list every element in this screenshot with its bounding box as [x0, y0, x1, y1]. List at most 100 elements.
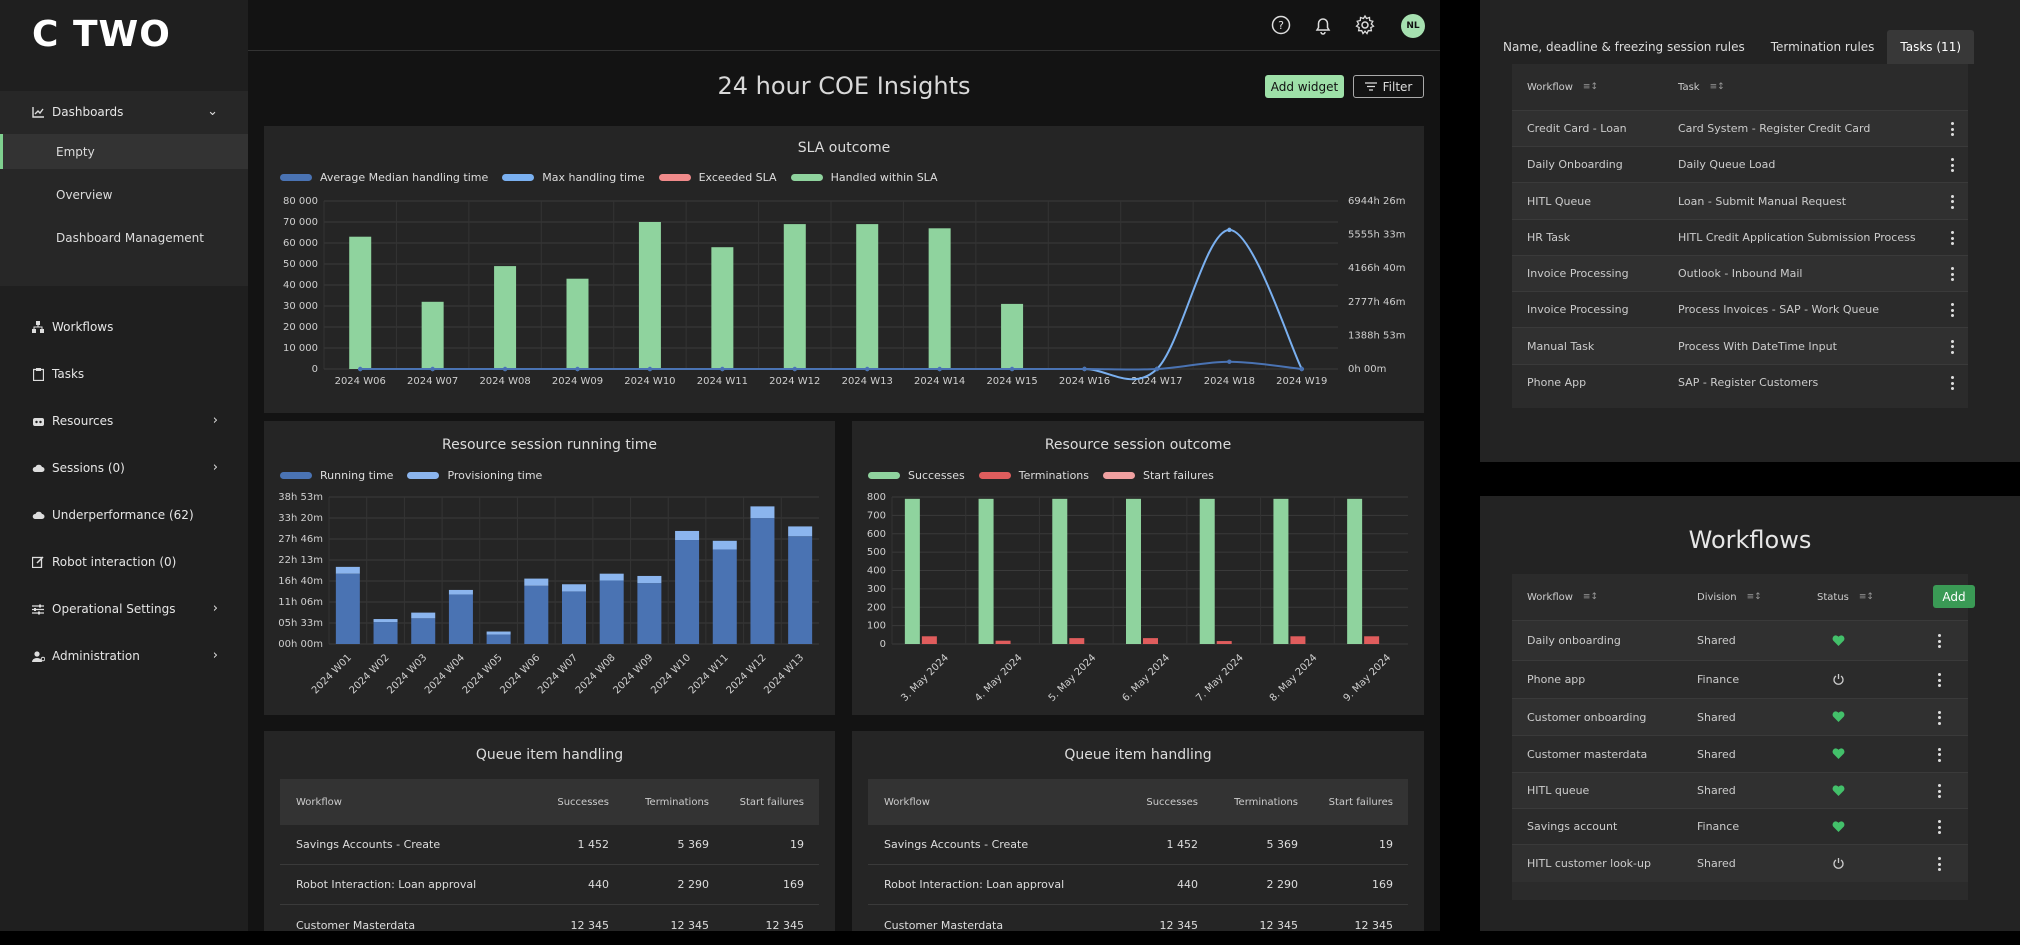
tick-label: 60 000 [283, 238, 318, 249]
queue-table: Workflow Successes Terminations Start fa… [280, 779, 819, 932]
chevron-right-icon[interactable]: › [213, 413, 218, 428]
nav-underperformance[interactable]: Underperformance (62) [0, 495, 248, 535]
avatar[interactable]: NL [1401, 14, 1425, 38]
filter-sort-icon[interactable]: ≡↕ [1710, 82, 1725, 92]
table-row[interactable]: Daily Onboarding Daily Queue Load [1512, 146, 1968, 182]
col-terminations[interactable]: Terminations [645, 779, 709, 825]
col-start-failures[interactable]: Start failures [740, 779, 804, 825]
nav-resources[interactable]: Resources › [0, 401, 248, 441]
more-options-icon[interactable] [1950, 303, 1954, 317]
more-options-icon[interactable] [1937, 857, 1941, 871]
nav-dashboard-empty[interactable]: Empty [0, 134, 248, 169]
nav-tasks[interactable]: Tasks [0, 354, 248, 394]
add-workflow-button[interactable]: Add [1933, 585, 1975, 608]
table-row[interactable]: Invoice Processing Process Invoices - SAP… [1512, 291, 1968, 327]
table-row[interactable]: Customer masterdata Shared [1512, 735, 1968, 772]
chevron-right-icon[interactable]: › [213, 648, 218, 663]
more-options-icon[interactable] [1937, 634, 1941, 648]
col-division[interactable]: Division ≡↕ [1697, 574, 1762, 620]
tick-label: 80 000 [283, 196, 318, 207]
nav-administration[interactable]: Administration › [0, 636, 248, 676]
table-row[interactable]: Customer Masterdata 12 345 12 345 12 345 [868, 905, 1408, 945]
more-options-icon[interactable] [1950, 122, 1954, 136]
filter-sort-icon[interactable]: ≡↕ [1747, 592, 1762, 602]
nav-dashboards[interactable]: Dashboards ⌄ [0, 92, 248, 132]
more-options-icon[interactable] [1937, 820, 1941, 834]
col-workflow[interactable]: Workflow [884, 779, 930, 825]
nav-sessions[interactable]: Sessions (0) › [0, 448, 248, 488]
more-options-icon[interactable] [1950, 158, 1954, 172]
col-workflow[interactable]: Workflow ≡↕ [1527, 574, 1598, 620]
table-row[interactable]: Phone App SAP - Register Customers [1512, 364, 1968, 400]
table-row[interactable]: Customer Masterdata 12 345 12 345 12 345 [280, 905, 819, 945]
col-workflow[interactable]: Workflow [296, 779, 342, 825]
nav-dashboard-management[interactable]: Dashboard Management [0, 220, 248, 255]
bell-icon[interactable] [1312, 14, 1334, 36]
avg-median-point [358, 366, 363, 372]
add-widget-button[interactable]: Add widget [1265, 75, 1344, 98]
table-row[interactable]: Phone app Finance [1512, 660, 1968, 698]
table-row[interactable]: Robot Interaction: Loan approval 440 2 2… [868, 865, 1408, 905]
filter-button[interactable]: Filter [1353, 75, 1424, 98]
table-row[interactable]: Invoice Processing Outlook - Inbound Mail [1512, 255, 1968, 291]
more-options-icon[interactable] [1950, 194, 1954, 209]
nav-robot-interaction[interactable]: Robot interaction (0) [0, 542, 248, 582]
cell-workflow: Savings account [1527, 820, 1618, 833]
table-row[interactable]: HITL queue Shared [1512, 772, 1968, 808]
x-tick-label: 2024 W16 [1059, 376, 1110, 387]
tab-termination-rules[interactable]: Termination rules [1758, 30, 1888, 64]
chevron-right-icon[interactable]: › [213, 460, 218, 475]
col-successes[interactable]: Successes [557, 779, 609, 825]
table-row[interactable]: HITL Queue Loan - Submit Manual Request [1512, 182, 1968, 219]
col-start-failures[interactable]: Start failures [1329, 779, 1393, 825]
more-options-icon[interactable] [1950, 267, 1954, 281]
more-options-icon[interactable] [1950, 376, 1954, 390]
more-options-icon[interactable] [1950, 339, 1954, 354]
bar-successes [1273, 498, 1289, 644]
col-status[interactable]: Status ≡↕ [1817, 574, 1874, 620]
tab-session-rules[interactable]: Name, deadline & freezing session rules [1490, 30, 1758, 64]
svg-text:?: ? [1278, 19, 1284, 32]
filter-sort-icon[interactable]: ≡↕ [1583, 592, 1598, 602]
chevron-right-icon[interactable]: › [213, 601, 218, 616]
table-row[interactable]: Credit Card - Loan Card System - Register… [1512, 110, 1968, 146]
filter-sort-icon[interactable]: ≡↕ [1583, 82, 1598, 92]
table-row[interactable]: Manual Task Process With DateTime Input [1512, 327, 1968, 364]
more-options-icon[interactable] [1937, 673, 1941, 687]
col-terminations[interactable]: Terminations [1234, 779, 1298, 825]
bar-provisioning-time [373, 619, 398, 623]
tick-label: 20 000 [283, 322, 318, 333]
table-row[interactable]: HITL customer look-up Shared [1512, 844, 1968, 882]
more-options-icon[interactable] [1937, 784, 1941, 798]
filter-sort-icon[interactable]: ≡↕ [1859, 592, 1874, 602]
tab-tasks[interactable]: Tasks (11) [1887, 30, 1975, 64]
more-options-icon[interactable] [1950, 231, 1954, 245]
nav-workflows[interactable]: Workflows [0, 307, 248, 347]
top-bar: ? NL [248, 0, 1440, 51]
bar-running-time [599, 580, 624, 644]
table-row[interactable]: Savings Accounts - Create 1 452 5 369 19 [280, 825, 819, 865]
col-task[interactable]: Task ≡↕ [1678, 64, 1725, 110]
nav-operational-settings[interactable]: Operational Settings › [0, 589, 248, 629]
table-row[interactable]: Savings account Finance [1512, 808, 1968, 844]
table-row[interactable]: Customer onboarding Shared [1512, 698, 1968, 735]
col-workflow[interactable]: Workflow ≡↕ [1527, 64, 1598, 110]
nav-resources-label: Resources [52, 414, 114, 428]
app-logo[interactable]: C TWO [32, 14, 171, 55]
more-options-icon[interactable] [1937, 710, 1941, 725]
chart-icon [31, 105, 45, 119]
more-options-icon[interactable] [1937, 747, 1941, 762]
x-tick-label: 2024 W17 [1131, 376, 1182, 387]
nav-dashboard-overview[interactable]: Overview [0, 177, 248, 212]
table-row[interactable]: Daily onboarding Shared [1512, 620, 1968, 660]
tick-label: 400 [867, 566, 886, 577]
help-icon[interactable]: ? [1270, 14, 1292, 36]
table-row[interactable]: HR Task HITL Credit Application Submissio… [1512, 219, 1968, 255]
table-row[interactable]: Savings Accounts - Create 1 452 5 369 19 [868, 825, 1408, 865]
cell-task: Outlook - Inbound Mail [1678, 267, 1803, 280]
table-row[interactable]: Robot Interaction: Loan approval 440 2 2… [280, 865, 819, 905]
chevron-down-icon[interactable]: ⌄ [207, 104, 218, 119]
gear-icon[interactable] [1354, 14, 1376, 36]
col-successes[interactable]: Successes [1146, 779, 1198, 825]
nav-tasks-label: Tasks [52, 367, 85, 381]
